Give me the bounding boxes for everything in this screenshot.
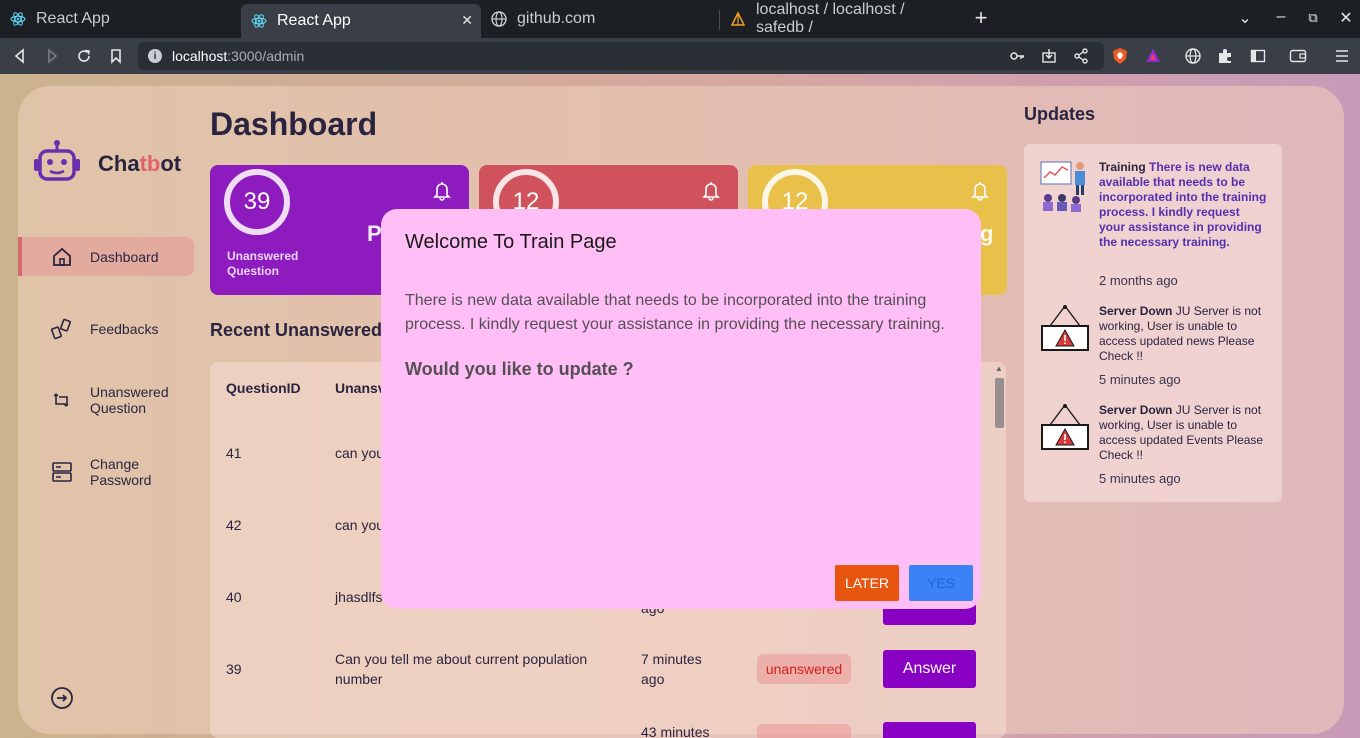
update-time: 5 minutes ago bbox=[1099, 372, 1181, 387]
tab-list-chevron-icon[interactable]: ⌄ bbox=[1235, 8, 1255, 28]
bell-icon bbox=[433, 181, 451, 206]
url-host: localhost bbox=[172, 48, 228, 64]
update-time: 5 minutes ago bbox=[1099, 471, 1181, 486]
close-tab-icon[interactable]: ✕ bbox=[461, 12, 473, 29]
new-tab-button[interactable]: + bbox=[971, 5, 991, 31]
bell-icon bbox=[971, 181, 989, 206]
training-illustration bbox=[1040, 160, 1090, 212]
minimize-button[interactable]: – bbox=[1271, 8, 1291, 26]
logout-icon[interactable] bbox=[50, 686, 74, 715]
bookmark-icon[interactable] bbox=[104, 44, 128, 68]
update-text: Server Down JU Server is not working, Us… bbox=[1099, 304, 1262, 363]
question-id: 42 bbox=[226, 517, 242, 533]
address-bar[interactable]: i localhost:3000/admin bbox=[138, 42, 1104, 70]
tab-title: github.com bbox=[517, 10, 596, 27]
robot-icon bbox=[34, 140, 80, 187]
card-label: Unanswered Question bbox=[227, 249, 299, 278]
menu-icon[interactable] bbox=[1330, 44, 1354, 68]
page-title: Dashboard bbox=[210, 106, 378, 142]
table-scrollbar[interactable]: ▲ bbox=[992, 362, 1006, 738]
sidebar-item-label: Change Password bbox=[90, 456, 152, 488]
home-icon bbox=[50, 245, 74, 269]
answer-button[interactable]: Answer bbox=[883, 650, 976, 688]
brave-rewards-icon[interactable] bbox=[1141, 44, 1165, 68]
tab-title: localhost / localhost / safedb / bbox=[756, 1, 905, 36]
status-badge: unanswered bbox=[757, 654, 851, 684]
browser-tab[interactable]: localhost / localhost / safedb / bbox=[720, 1, 960, 36]
warning-sign-icon bbox=[1040, 403, 1090, 453]
back-button[interactable] bbox=[8, 44, 32, 68]
status-badge bbox=[757, 724, 851, 738]
question-text: Can you tell me about current population… bbox=[335, 651, 588, 687]
globe-icon bbox=[491, 11, 507, 27]
question-time: 43 minutes bbox=[641, 724, 710, 738]
share-icon[interactable] bbox=[1069, 44, 1093, 68]
question-id: 41 bbox=[226, 445, 242, 461]
browser-toolbar: i localhost:3000/admin bbox=[0, 38, 1360, 74]
sidebar-item-label: Feedbacks bbox=[90, 320, 159, 337]
column-header: QuestionID bbox=[226, 380, 301, 396]
question-text: can you bbox=[335, 517, 385, 533]
yes-button[interactable]: YES bbox=[909, 565, 973, 601]
sidebar-item-label: Dashboard bbox=[90, 248, 159, 265]
warning-sign-icon bbox=[1040, 304, 1090, 354]
updates-title: Updates bbox=[1024, 104, 1096, 124]
sidebar-item-feedbacks[interactable]: Feedbacks bbox=[18, 309, 194, 348]
forward-button[interactable] bbox=[40, 44, 64, 68]
sidebar-toggle-icon[interactable] bbox=[1246, 44, 1270, 68]
train-modal: Welcome To Train Page There is new data … bbox=[381, 209, 981, 609]
brave-shield-icon[interactable] bbox=[1108, 44, 1132, 68]
later-button[interactable]: LATER bbox=[835, 565, 899, 601]
question-icon bbox=[50, 388, 74, 412]
answer-button[interactable] bbox=[883, 722, 976, 738]
modal-message: There is new data available that needs t… bbox=[405, 292, 945, 333]
question-time: 7 minutes ago bbox=[641, 651, 702, 687]
sidebar-item-unanswered-question[interactable]: Unanswered Question bbox=[18, 377, 194, 423]
extensions-puzzle-icon[interactable] bbox=[1213, 44, 1237, 68]
browser-tab-active[interactable]: React App ✕ bbox=[241, 4, 481, 38]
card-big-text: g bbox=[980, 221, 994, 246]
react-icon bbox=[251, 13, 267, 29]
update-time: 2 months ago bbox=[1099, 273, 1178, 288]
column-header: Unansv bbox=[335, 380, 386, 396]
update-text: Training There is new data available tha… bbox=[1099, 160, 1267, 249]
browser-tab[interactable]: github.com bbox=[481, 4, 717, 34]
updates-panel: Training There is new data available tha… bbox=[1024, 144, 1282, 502]
tab-title: React App bbox=[36, 10, 110, 27]
sidebar-item-label: Unanswered Question bbox=[90, 384, 169, 416]
browser-tab-bar: React App React App ✕ github.com localho… bbox=[0, 0, 1360, 38]
card-big-text: P bbox=[367, 221, 382, 246]
scroll-up-icon[interactable]: ▲ bbox=[995, 364, 1003, 373]
site-info-icon[interactable]: i bbox=[148, 49, 162, 63]
server-icon bbox=[50, 460, 74, 484]
install-icon[interactable] bbox=[1037, 44, 1061, 68]
brand-logo: Chatbot bbox=[34, 140, 181, 187]
question-id: 39 bbox=[226, 661, 242, 677]
browser-tab[interactable]: React App bbox=[0, 4, 240, 34]
scrollbar-thumb[interactable] bbox=[995, 378, 1004, 428]
react-icon bbox=[10, 11, 26, 27]
update-text: Server Down JU Server is not working, Us… bbox=[1099, 403, 1264, 462]
tab-title: React App bbox=[277, 12, 351, 29]
phpmyadmin-icon bbox=[730, 11, 746, 27]
question-text: can you bbox=[335, 445, 385, 461]
feedback-icon bbox=[50, 317, 74, 341]
modal-question: Would you like to update ? bbox=[405, 359, 634, 379]
close-window-button[interactable]: ✕ bbox=[1336, 8, 1356, 28]
url-path: :3000/admin bbox=[227, 48, 305, 64]
reload-button[interactable] bbox=[72, 44, 96, 68]
bell-icon bbox=[702, 181, 720, 206]
count-ring: 39 bbox=[224, 169, 290, 235]
question-id: 40 bbox=[226, 589, 242, 605]
restore-button[interactable]: ⧉ bbox=[1303, 10, 1323, 26]
brand-name: Chatbot bbox=[98, 150, 182, 176]
sidebar-item-dashboard[interactable]: Dashboard bbox=[18, 237, 194, 276]
modal-title: Welcome To Train Page bbox=[405, 231, 617, 253]
question-text: jhasdlfs bbox=[335, 589, 383, 605]
recent-section-title: Recent Unanswered bbox=[210, 320, 383, 340]
sidebar-item-change-password[interactable]: Change Password bbox=[18, 449, 194, 495]
wallet-icon[interactable] bbox=[1286, 44, 1310, 68]
key-icon[interactable] bbox=[1005, 44, 1029, 68]
translate-globe-icon[interactable] bbox=[1181, 44, 1205, 68]
